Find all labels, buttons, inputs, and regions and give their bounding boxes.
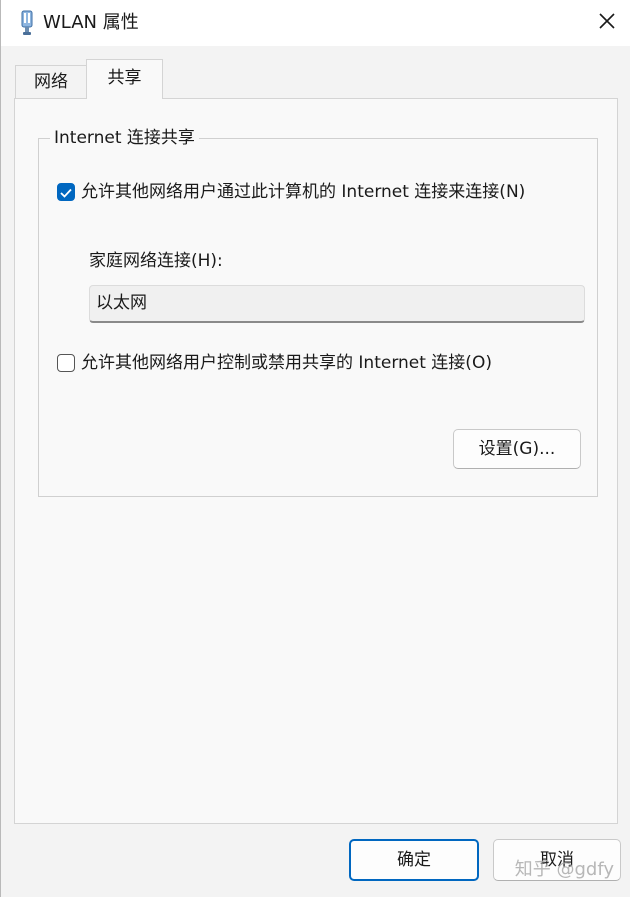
properties-dialog: WLAN 属性 网络 共享 Internet 连接共享 允许其他网络用户通过此计… xyxy=(0,0,630,897)
window-title: WLAN 属性 xyxy=(43,12,139,33)
close-icon xyxy=(598,12,616,34)
settings-button[interactable]: 设置(G)... xyxy=(453,429,581,469)
tab-network[interactable]: 网络 xyxy=(15,65,87,99)
ics-groupbox: Internet 连接共享 允许其他网络用户通过此计算机的 Internet 连… xyxy=(38,127,598,497)
group-title: Internet 连接共享 xyxy=(50,127,199,149)
allow-sharing-checkbox[interactable] xyxy=(57,183,75,201)
ok-button[interactable]: 确定 xyxy=(349,839,479,881)
title-bar: WLAN 属性 xyxy=(1,0,630,46)
network-adapter-icon xyxy=(19,10,35,36)
watermark: 知乎 @gdfy xyxy=(514,859,614,880)
allow-control-checkbox[interactable] xyxy=(57,354,75,372)
home-network-select[interactable]: 以太网 xyxy=(89,285,585,323)
allow-control-option[interactable]: 允许其他网络用户控制或禁用共享的 Internet 连接(O) xyxy=(57,352,492,374)
allow-control-label[interactable]: 允许其他网络用户控制或禁用共享的 Internet 连接(O) xyxy=(81,352,492,374)
home-network-label: 家庭网络连接(H): xyxy=(89,251,223,271)
checkmark-icon xyxy=(60,183,72,202)
allow-sharing-label[interactable]: 允许其他网络用户通过此计算机的 Internet 连接来连接(N) xyxy=(81,181,525,203)
close-button[interactable] xyxy=(583,0,630,46)
sharing-tab-panel: Internet 连接共享 允许其他网络用户通过此计算机的 Internet 连… xyxy=(14,98,618,824)
allow-sharing-option[interactable]: 允许其他网络用户通过此计算机的 Internet 连接来连接(N) xyxy=(57,181,525,203)
tab-sharing[interactable]: 共享 xyxy=(86,59,163,99)
